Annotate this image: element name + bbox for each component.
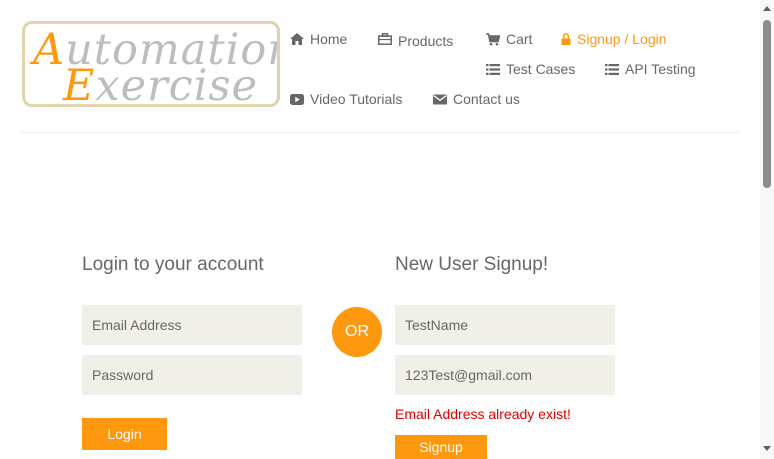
signup-name-input[interactable] <box>395 305 615 345</box>
header-divider <box>20 132 740 133</box>
nav-products-label: Products <box>398 33 454 49</box>
login-email-input[interactable] <box>82 305 302 345</box>
nav-api-testing-label: API Testing <box>625 61 696 77</box>
nav-contact-us-label: Contact us <box>453 91 520 107</box>
nav-cart-label: Cart <box>506 31 533 47</box>
nav-products[interactable]: Products <box>378 31 454 49</box>
cart-icon <box>486 32 500 45</box>
home-icon <box>290 33 304 45</box>
or-divider: OR <box>332 307 382 357</box>
nav-video-tutorials-label: Video Tutorials <box>310 91 403 107</box>
lock-icon <box>561 33 571 45</box>
logo-cap-a: A <box>29 25 65 75</box>
page-scrollbar[interactable] <box>760 0 774 459</box>
nav-signup-login-label: Signup / Login <box>577 31 667 47</box>
nav-api-testing[interactable]: API Testing <box>605 61 696 77</box>
scrollbar-thumb[interactable] <box>763 20 771 188</box>
login-password-input[interactable] <box>82 355 302 395</box>
login-button[interactable]: Login <box>82 418 167 450</box>
nav-video-tutorials[interactable]: Video Tutorials <box>290 91 402 107</box>
nav-home[interactable]: Home <box>290 31 347 47</box>
signup-button[interactable]: Signup <box>395 435 487 459</box>
list-icon <box>486 63 500 75</box>
youtube-play-icon <box>290 93 304 105</box>
scroll-up-arrow-icon[interactable] <box>763 6 771 11</box>
logo-cap-e: E <box>62 61 95 104</box>
nav-home-label: Home <box>310 31 348 47</box>
nav-test-cases[interactable]: Test Cases <box>486 61 575 77</box>
nav-test-cases-label: Test Cases <box>506 61 576 77</box>
site-logo[interactable]: Automation Exercise <box>22 21 280 107</box>
signup-email-input[interactable] <box>395 355 615 395</box>
scroll-down-arrow-icon[interactable] <box>763 446 771 451</box>
envelope-icon <box>433 94 447 104</box>
nav-cart[interactable]: Cart <box>486 31 532 47</box>
signup-error-message: Email Address already exist! <box>395 406 571 422</box>
nav-signup-login[interactable]: Signup / Login <box>561 31 667 47</box>
briefcase-icon <box>378 33 392 45</box>
logo-line2-rest: xercise <box>95 61 258 104</box>
signup-title: New User Signup! <box>395 254 549 275</box>
login-title: Login to your account <box>82 254 264 275</box>
list-icon <box>605 63 619 75</box>
nav-contact-us[interactable]: Contact us <box>433 91 520 107</box>
svg-text:Exercise: Exercise <box>62 61 258 104</box>
